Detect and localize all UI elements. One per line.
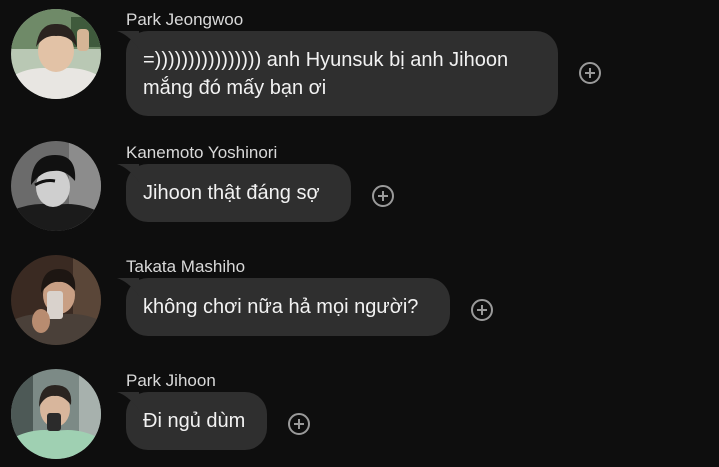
sender-name: Park Jeongwoo	[126, 10, 244, 29]
message-text: Jihoon thật đáng sợ	[143, 182, 320, 204]
add-reaction-icon[interactable]	[372, 185, 394, 207]
chat-thread: Park Jeongwoo =)))))))))))))))) anh Hyun…	[0, 0, 719, 467]
add-reaction-icon[interactable]	[471, 299, 493, 321]
add-reaction-icon[interactable]	[288, 413, 310, 435]
message-text: =)))))))))))))))) anh Hyunsuk bị anh Jih…	[143, 48, 509, 99]
avatar[interactable]	[11, 141, 101, 231]
bubble-tail	[117, 392, 139, 410]
message-text: không chơi nữa hả mọi người?	[143, 296, 419, 318]
message-bubble[interactable]: =)))))))))))))))) anh Hyunsuk bị anh Jih…	[117, 31, 558, 116]
sender-name: Park Jihoon	[126, 371, 216, 390]
sender-name: Takata Mashiho	[126, 257, 246, 276]
sender-name: Kanemoto Yoshinori	[126, 143, 278, 162]
avatar[interactable]	[11, 255, 101, 345]
bubble-tail	[117, 164, 139, 182]
message-text: Đi ngủ dùm	[143, 410, 246, 432]
message-bubble[interactable]: Jihoon thật đáng sợ	[117, 164, 351, 222]
message-bubble[interactable]: Đi ngủ dùm	[117, 392, 267, 450]
bubble-tail	[117, 278, 139, 296]
add-reaction-icon[interactable]	[579, 62, 601, 84]
bubble-tail	[117, 31, 139, 49]
avatar[interactable]	[11, 369, 101, 459]
avatar[interactable]	[11, 9, 101, 99]
message-bubble[interactable]: không chơi nữa hả mọi người?	[117, 278, 450, 336]
